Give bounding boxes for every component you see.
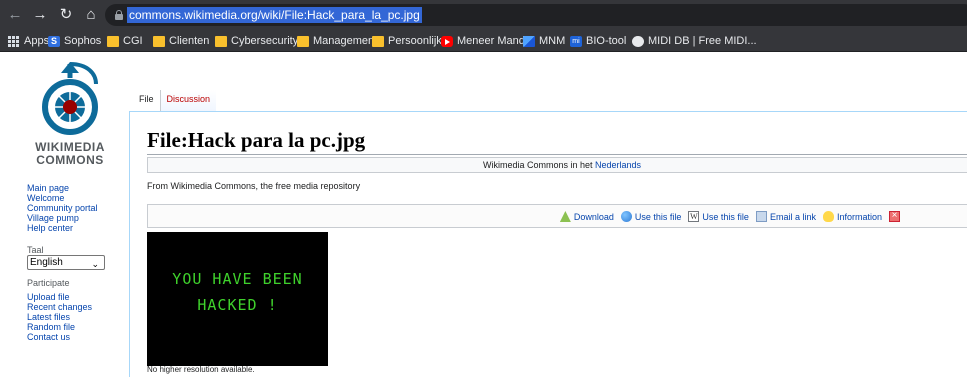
- close-icon[interactable]: [889, 210, 900, 222]
- tab-discussion[interactable]: Discussion: [159, 90, 217, 111]
- mnm-icon: [523, 35, 535, 47]
- language-heading: Taal: [27, 245, 44, 255]
- folder-icon: [153, 35, 165, 47]
- site-tagline: From Wikimedia Commons, the free media r…: [147, 181, 361, 191]
- bookmark-meneer-mandje[interactable]: Meneer Mandje: [441, 33, 533, 49]
- lock-icon[interactable]: [115, 10, 123, 20]
- use-file-wiki-label: Use this file: [702, 211, 749, 222]
- resolution-note: No higher resolution available.: [147, 365, 255, 374]
- reload-icon[interactable]: ↻: [55, 4, 77, 26]
- sidebar-item-help-center[interactable]: Help center: [27, 223, 127, 233]
- browser-toolbar: ← → ↻ ⌂ commons.wikimedia.org/wiki/File:…: [0, 0, 967, 30]
- sidebar-item-recent-changes[interactable]: Recent changes: [27, 302, 127, 312]
- apps-grid-icon: [8, 35, 20, 47]
- language-select-value: English: [30, 257, 63, 268]
- bookmark-clienten[interactable]: Clienten: [153, 33, 209, 49]
- main-content: File:Hack para la pc.jpg Wikimedia Commo…: [129, 111, 967, 377]
- email-label: Email a link: [769, 211, 816, 222]
- page-title: File:Hack para la pc.jpg: [147, 128, 366, 152]
- folder-icon: [372, 35, 384, 47]
- title-divider: [147, 154, 967, 155]
- participate-heading: Participate: [27, 278, 70, 288]
- bookmark-label: Sophos: [64, 35, 102, 47]
- bookmark-sophos[interactable]: S Sophos: [48, 33, 101, 49]
- image-text-line1: YOU HAVE BEEN: [172, 270, 303, 288]
- bookmark-management[interactable]: Management: [297, 33, 377, 49]
- tab-file[interactable]: File: [133, 90, 160, 111]
- bookmark-label: BIO-tool: [586, 35, 627, 47]
- bookmark-midi-db[interactable]: MIDI DB | Free MIDI...: [632, 33, 757, 49]
- bookmarks-bar: Apps S Sophos CGI Clienten Cybersecurity…: [0, 30, 967, 52]
- bookmark-label: Apps: [24, 35, 50, 47]
- sidebar-item-main-page[interactable]: Main page: [27, 183, 127, 193]
- logo-wordmark-line1: WIKIMEDIA: [35, 140, 105, 154]
- use-file-wiki-link[interactable]: W Use this file: [688, 211, 749, 222]
- forward-arrow-icon[interactable]: →: [29, 4, 51, 26]
- bookmark-cybersecurity[interactable]: Cybersecurity: [215, 33, 298, 49]
- download-label: Download: [573, 211, 614, 222]
- language-select[interactable]: English ⌄: [27, 255, 105, 270]
- folder-icon: [297, 35, 309, 47]
- bookmark-label: MIDI DB | Free MIDI...: [648, 35, 757, 47]
- commons-logo-icon: [42, 62, 98, 135]
- url-text[interactable]: commons.wikimedia.org/wiki/File:Hack_par…: [127, 7, 422, 23]
- bookmark-label: MNM: [539, 35, 566, 47]
- lightbulb-icon: [822, 211, 834, 222]
- bookmark-cgi[interactable]: CGI: [107, 33, 143, 49]
- folder-icon: [107, 35, 119, 47]
- home-icon[interactable]: ⌂: [80, 4, 102, 26]
- bookmark-label: Meneer Mandje: [457, 35, 534, 47]
- download-icon: [559, 211, 571, 222]
- wikimedia-commons-logo[interactable]: WIKIMEDIA COMMONS: [30, 60, 110, 190]
- sidebar-item-community-portal[interactable]: Community portal: [27, 203, 127, 213]
- bookmark-bio-tool[interactable]: mi BIO-tool: [570, 33, 626, 49]
- logo-wordmark-line2: COMMONS: [36, 153, 104, 167]
- folder-icon: [215, 35, 227, 47]
- file-tools-bar: Download Use this file W Use this file E…: [147, 204, 967, 228]
- back-arrow-icon[interactable]: ←: [4, 4, 26, 26]
- sophos-icon: S: [48, 35, 60, 47]
- download-link[interactable]: Download: [559, 211, 614, 222]
- bookmark-label: Cybersecurity: [231, 35, 299, 47]
- language-notice-link[interactable]: Nederlands: [595, 160, 641, 170]
- sidebar-item-welcome[interactable]: Welcome: [27, 193, 127, 203]
- sidebar-item-village-pump[interactable]: Village pump: [27, 213, 127, 223]
- address-bar[interactable]: commons.wikimedia.org/wiki/File:Hack_par…: [105, 4, 967, 26]
- bookmark-persoonlijk[interactable]: Persoonlijk: [372, 33, 442, 49]
- use-file-web-label: Use this file: [634, 211, 682, 222]
- email-icon: [755, 211, 767, 222]
- bookmark-apps[interactable]: Apps: [8, 33, 49, 49]
- chevron-down-icon: ⌄: [91, 259, 99, 269]
- sidebar-navigation: Main page Welcome Community portal Villa…: [27, 183, 127, 342]
- bookmark-label: Persoonlijk: [388, 35, 442, 47]
- sidebar-item-contact-us[interactable]: Contact us: [27, 332, 127, 342]
- youtube-icon: [441, 35, 453, 47]
- sidebar-item-upload-file[interactable]: Upload file: [27, 292, 127, 302]
- file-preview-image[interactable]: YOU HAVE BEEN HACKED !: [147, 232, 328, 366]
- bookmark-label: Management: [313, 35, 378, 47]
- sidebar-item-random-file[interactable]: Random file: [27, 322, 127, 332]
- information-label: Information: [836, 211, 882, 222]
- language-notice: Wikimedia Commons in het Nederlands: [147, 157, 967, 173]
- bio-tool-icon: mi: [570, 35, 582, 47]
- language-notice-text: Wikimedia Commons in het: [482, 160, 593, 170]
- wiki-w-icon: W: [688, 211, 700, 222]
- globe-icon: [632, 35, 644, 47]
- bookmark-mnm[interactable]: MNM: [523, 33, 565, 49]
- bookmark-label: CGI: [123, 35, 143, 47]
- globe-icon: [620, 211, 632, 222]
- email-link[interactable]: Email a link: [755, 211, 816, 222]
- sidebar-item-latest-files[interactable]: Latest files: [27, 312, 127, 322]
- image-text-line2: HACKED !: [197, 296, 278, 314]
- use-file-web-link[interactable]: Use this file: [620, 211, 682, 222]
- page-tabs: File Discussion: [133, 90, 217, 111]
- bookmark-label: Clienten: [169, 35, 210, 47]
- information-link[interactable]: Information: [822, 211, 882, 222]
